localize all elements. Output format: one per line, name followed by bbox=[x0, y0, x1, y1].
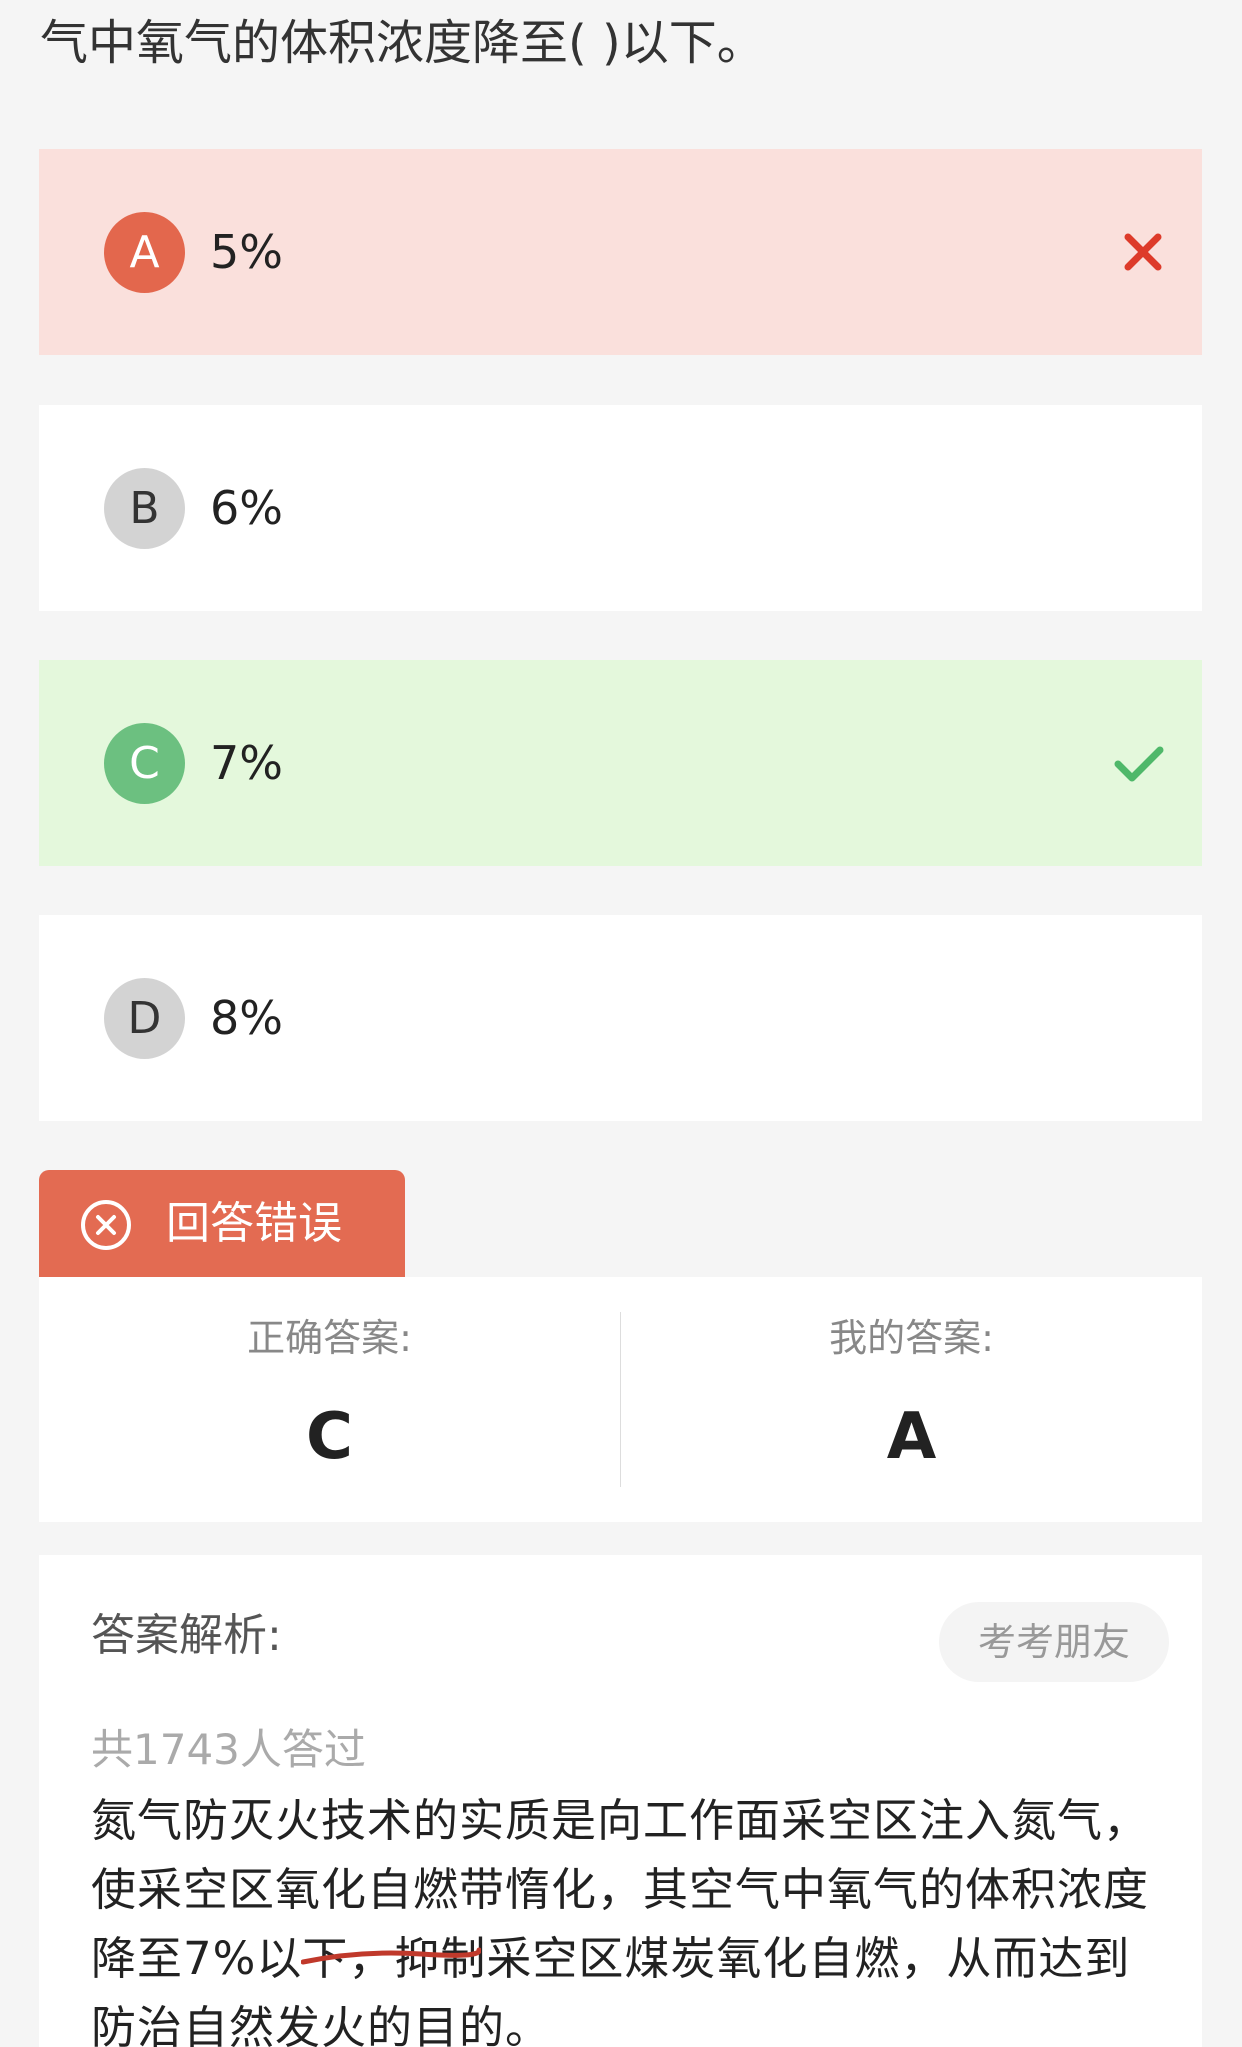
option-b-text: 6% bbox=[210, 481, 283, 535]
option-c-letter-badge: C bbox=[104, 723, 185, 804]
option-b[interactable]: B 6% bbox=[39, 405, 1202, 611]
my-answer-value: A bbox=[886, 1400, 937, 1474]
question-text: 气中氧气的体积浓度降至( )以下。 bbox=[40, 15, 765, 71]
answer-status-label: 回答错误 bbox=[166, 1198, 342, 1249]
analysis-title: 答案解析: bbox=[91, 1610, 282, 1661]
option-d[interactable]: D 8% bbox=[39, 915, 1202, 1121]
check-icon bbox=[1114, 746, 1164, 782]
quiz-friend-button[interactable]: 考考朋友 bbox=[939, 1602, 1169, 1682]
option-c[interactable]: C 7% bbox=[39, 660, 1202, 866]
option-a-text: 5% bbox=[210, 225, 283, 279]
option-a-letter-badge: A bbox=[104, 212, 185, 293]
option-a[interactable]: A 5% bbox=[39, 149, 1202, 355]
option-c-text: 7% bbox=[210, 736, 283, 790]
answered-count: 共1743人答过 bbox=[91, 1725, 366, 1774]
red-underline-mark bbox=[301, 1947, 481, 1965]
option-b-letter-badge: B bbox=[104, 468, 185, 549]
analysis-body-text: 氮气防灭火技术的实质是向工作面采空区注入氮气，使采空区氧化自燃带惰化，其空气中氧… bbox=[91, 1794, 1150, 2047]
cross-icon bbox=[1124, 233, 1162, 271]
my-answer-column: 我的答案: A bbox=[621, 1277, 1202, 1522]
correct-answer-column: 正确答案: C bbox=[39, 1277, 620, 1522]
answer-comparison-card: 正确答案: C 我的答案: A bbox=[39, 1277, 1202, 1522]
my-answer-label: 我的答案: bbox=[829, 1316, 994, 1360]
option-d-text: 8% bbox=[210, 991, 283, 1045]
option-d-letter-badge: D bbox=[104, 978, 185, 1059]
circle-x-icon bbox=[81, 1200, 131, 1250]
answer-result-tab: 回答错误 bbox=[39, 1170, 405, 1277]
analysis-card: 答案解析: 考考朋友 共1743人答过 氮气防灭火技术的实质是向工作面采空区注入… bbox=[39, 1555, 1202, 2047]
correct-answer-value: C bbox=[306, 1400, 353, 1474]
correct-answer-label: 正确答案: bbox=[247, 1316, 412, 1360]
